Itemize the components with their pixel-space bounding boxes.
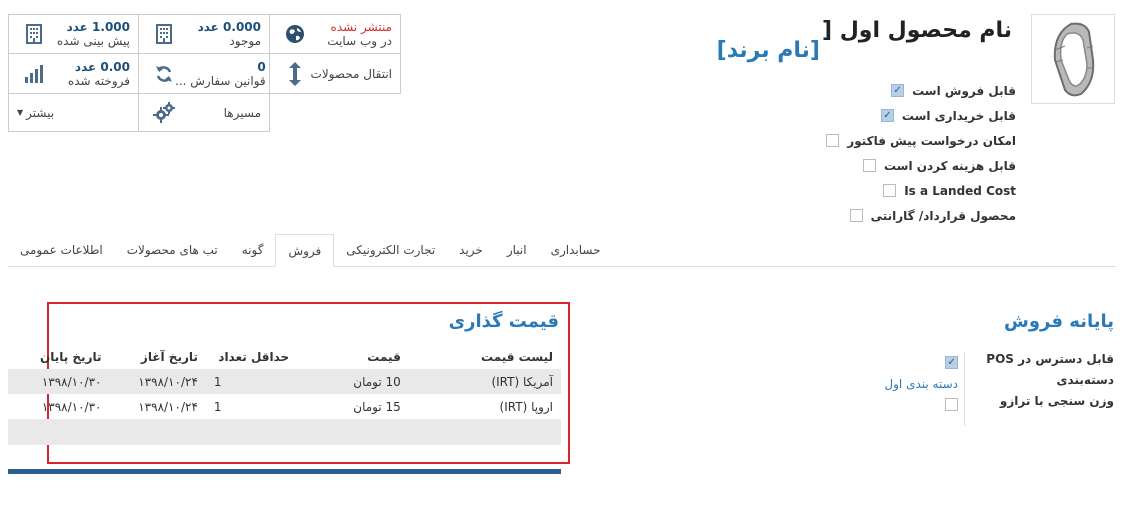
pos-category-link[interactable]: دسته بندی اول	[884, 377, 958, 391]
bracket-open: [	[821, 18, 833, 43]
cell-start-date: ۱۳۹۸/۱۰/۲۴	[109, 369, 206, 394]
tab-item[interactable]: گونه	[230, 233, 276, 266]
tab-item[interactable]: حسابداری	[539, 233, 613, 266]
pricing-table: لیست قیمت قیمت حداقل تعداد تاریخ آغاز تا…	[8, 344, 561, 445]
tab-item[interactable]: اطلاعات عمومی	[8, 233, 115, 266]
flag-row: امکان درخواست پیش فاکتور	[826, 128, 1016, 153]
flag-checkbox[interactable]	[883, 184, 897, 197]
caret-down-icon: ▼	[17, 108, 24, 117]
flag-row: قابل هزینه کردن است	[826, 153, 1016, 178]
moves-label: انتقال محصولات	[310, 66, 392, 81]
cell-price: 10 تومان	[297, 369, 409, 394]
refresh-icon	[153, 63, 175, 85]
watch-band-image	[1053, 22, 1095, 97]
building-icon	[153, 23, 175, 45]
forecast-label: پیش بینی شده	[56, 34, 130, 48]
flag-label: قابل هزینه کردن است	[883, 158, 1016, 173]
col-pricelist[interactable]: لیست قیمت	[409, 344, 561, 369]
cell-start-date: ۱۳۹۸/۱۰/۲۴	[138, 399, 198, 414]
cell-end-date: ۱۳۹۸/۱۰/۳۰	[41, 399, 102, 414]
pos-labels: قابل دسترس در POS دسته‌بندی وزن سنجی با …	[986, 352, 1114, 415]
product-flags: قابل فروش است قابل خریداری است امکان درخوا…	[826, 78, 1016, 228]
flag-row: محصول قرارداد/ گارانتی	[826, 203, 1016, 228]
on-hand-value: 0.000 عدد	[197, 20, 261, 34]
product-name[interactable]: نام محصول اول [	[822, 18, 1012, 43]
product-moves-button[interactable]: انتقال محصولات	[270, 54, 401, 94]
flag-row: Is a Landed Cost	[826, 178, 1016, 203]
flag-label: Is a Landed Cost	[904, 183, 1016, 198]
product-brand[interactable]: [نام برند]	[717, 38, 820, 63]
table-row[interactable]: آمریکا (IRT) 10 تومان 1 ۱۳۹۸/۱۰/۲۴ ۱۳۹۸/…	[8, 369, 561, 394]
more-button[interactable]: بیشتر ▼	[8, 94, 139, 132]
sold-value: 0.00 عدد	[74, 59, 130, 74]
pricing-section-title: قیمت گذاری	[448, 311, 559, 332]
flag-checkbox[interactable]	[849, 209, 863, 222]
col-min-qty[interactable]: حداقل تعداد	[206, 344, 297, 369]
add-line-row[interactable]	[8, 419, 561, 445]
tab-item[interactable]: انبار	[495, 233, 539, 266]
tab-item[interactable]: خرید	[447, 233, 495, 266]
flag-checkbox[interactable]	[862, 159, 876, 172]
flag-label: امکان درخواست پیش فاکتور	[847, 133, 1016, 148]
pos-scale-label: وزن سنجی با ترازو	[999, 394, 1114, 408]
divider	[964, 352, 965, 426]
smart-buttons: 1.000 عدد پیش بینی شده 0.000 عدد موجود م…	[8, 14, 401, 132]
bar-chart-icon	[23, 63, 45, 85]
pos-scale-checkbox[interactable]	[945, 398, 958, 411]
cell-price: 15 تومان	[353, 399, 401, 414]
tab-item[interactable]: تجارت الکترونیکی	[334, 233, 447, 266]
product-name-text: نام محصول اول	[839, 18, 1012, 43]
routes-button[interactable]: مسیرها	[139, 94, 270, 132]
flag-label: قابل فروش است	[912, 83, 1016, 98]
more-label: بیشتر	[26, 105, 55, 120]
globe-icon	[284, 23, 306, 45]
vertical-arrows-icon	[284, 61, 306, 86]
tab-item[interactable]: تب های محصولات	[115, 233, 230, 266]
pricing-section-bar	[8, 469, 561, 474]
table-header-row: لیست قیمت قیمت حداقل تعداد تاریخ آغاز تا…	[8, 344, 561, 369]
cell-pricelist: اروپا (IRT)	[499, 399, 553, 414]
reorder-rules-button[interactable]: 0 قوانین سفارش ...	[139, 54, 270, 94]
cell-min-qty: 1	[213, 399, 222, 414]
notebook-tabs: اطلاعات عمومی تب های محصولات گونه فروش تجارت…	[8, 234, 1116, 267]
product-image[interactable]	[1031, 14, 1115, 104]
flag-checkbox[interactable]	[880, 109, 894, 122]
sold-button[interactable]: 0.00 عدد فروخته شده	[8, 54, 139, 94]
cell-pricelist: آمریکا (IRT)	[408, 369, 561, 394]
cell-min-qty: 1	[205, 369, 298, 394]
col-end-date[interactable]: تاریخ پایان	[8, 344, 110, 369]
forecast-button[interactable]: 1.000 عدد پیش بینی شده	[8, 14, 139, 54]
smart-button-placeholder	[270, 94, 401, 132]
tab-item[interactable]: فروش	[275, 234, 335, 267]
flag-row: قابل خریداری است	[826, 103, 1016, 128]
col-start-date[interactable]: تاریخ آغاز	[110, 344, 206, 369]
website-status: منتشر نشده	[330, 20, 392, 34]
forecast-value: 1.000 عدد	[66, 20, 130, 34]
website-label: در وب سایت	[327, 34, 392, 48]
pos-available-label: قابل دسترس در POS	[986, 352, 1114, 366]
website-publish-button[interactable]: منتشر نشده در وب سایت	[270, 14, 401, 54]
pos-available-checkbox[interactable]	[945, 356, 958, 369]
flag-label: قابل خریداری است	[901, 108, 1016, 123]
pos-category-label: دسته‌بندی	[1056, 373, 1114, 387]
routes-label: مسیرها	[223, 105, 261, 120]
reorder-value: 0	[257, 59, 266, 74]
flag-checkbox[interactable]	[891, 84, 905, 97]
on-hand-button[interactable]: 0.000 عدد موجود	[139, 14, 270, 54]
cell-end-date: ۱۳۹۸/۱۰/۳۰	[8, 369, 110, 394]
flag-checkbox[interactable]	[826, 134, 840, 147]
pos-section-title: پایانه فروش	[1004, 311, 1114, 332]
on-hand-label: موجود	[229, 34, 261, 48]
cogs-icon	[153, 101, 175, 124]
pos-values: دسته بندی اول	[884, 352, 958, 415]
reorder-label: قوانین سفارش ...	[175, 73, 266, 88]
sold-label: فروخته شده	[67, 73, 130, 88]
flag-label: محصول قرارداد/ گارانتی	[870, 208, 1016, 223]
flag-row: قابل فروش است	[826, 78, 1016, 103]
col-price[interactable]: قیمت	[297, 344, 409, 369]
table-row[interactable]: اروپا (IRT) 15 تومان 1 ۱۳۹۸/۱۰/۲۴ ۱۳۹۸/۱…	[8, 394, 561, 419]
building-icon	[23, 23, 45, 45]
